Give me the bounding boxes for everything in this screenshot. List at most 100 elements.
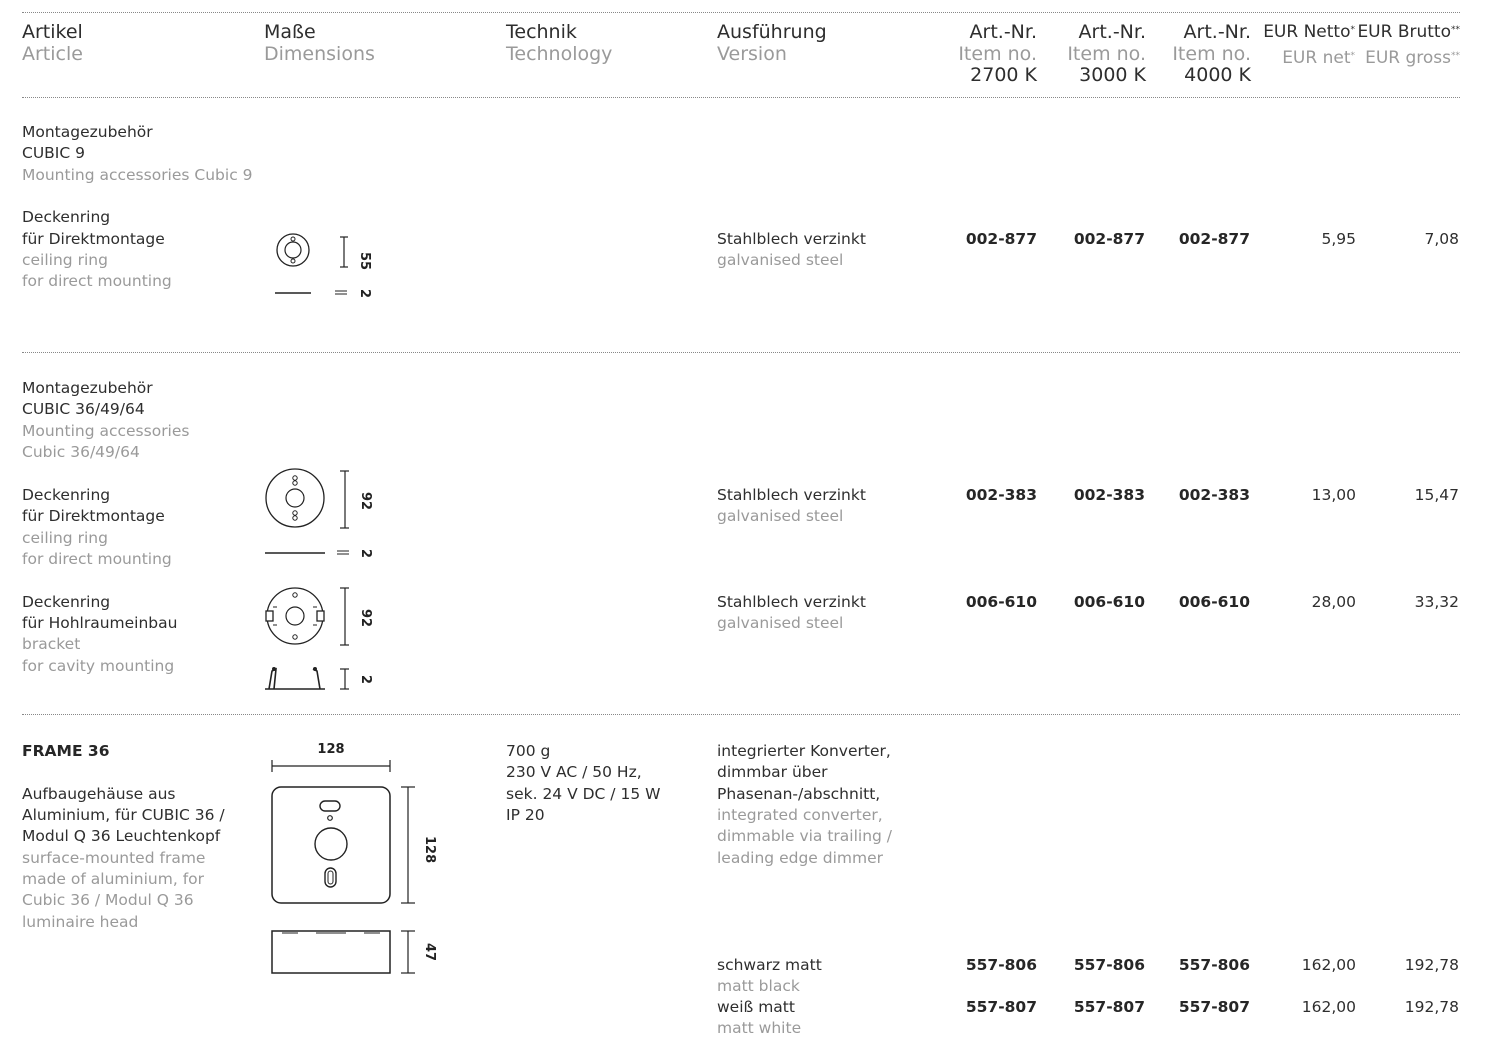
item-no-2700: 002-877: [965, 230, 1037, 248]
item-subname-en: for direct mounting: [22, 550, 172, 568]
price-net: 5,95: [1321, 230, 1356, 248]
version-en: integrated converter,: [717, 806, 883, 824]
item-subname-en: for direct mounting: [22, 272, 172, 290]
item-no-4000: 006-610: [1178, 593, 1250, 611]
item-no-4000: 002-383: [1178, 486, 1250, 504]
dim-height: 128: [422, 836, 437, 863]
item-no-3000: 006-610: [1073, 593, 1145, 611]
header-eur-net-de: EUR Netto*: [1263, 22, 1355, 42]
header-itemno-4000-de: Art.-Nr.: [1183, 21, 1251, 43]
section-title-de-model: CUBIC 9: [22, 144, 85, 162]
item-name-en: bracket: [22, 635, 81, 653]
dim-height: 55: [357, 252, 372, 270]
section-title-de: Montagezubehör: [22, 123, 153, 141]
price-gross: 192,78: [1404, 956, 1459, 974]
dim-thickness: 2: [358, 675, 373, 684]
header-itemno-2700-en: Item no.: [958, 43, 1037, 65]
section-title-en: Mounting accessories: [22, 422, 190, 440]
ceiling-ring-small-drawing: 55 2: [275, 233, 372, 298]
header-itemno-4000-en: Item no.: [1172, 43, 1251, 65]
header-technology-de: Technik: [506, 21, 577, 43]
item-subname-de: für Hohlraumeinbau: [22, 614, 178, 632]
dim-depth: 47: [422, 943, 437, 961]
price-net: 28,00: [1311, 593, 1356, 611]
header-eur-gross-de: EUR Brutto**: [1357, 22, 1460, 42]
item-no-4000: 557-806: [1178, 956, 1250, 974]
header-eur-net-en: EUR net*: [1282, 48, 1355, 68]
description-en: surface-mounted frame: [22, 849, 206, 867]
header-version-de: Ausführung: [717, 21, 827, 43]
description-de: Aufbaugehäuse aus: [22, 785, 176, 803]
price-gross: 7,08: [1424, 230, 1459, 248]
section-rule: [22, 352, 1460, 353]
version-en: galvanised steel: [717, 251, 844, 269]
item-no-2700: 557-807: [965, 998, 1037, 1016]
variant-name-de: weiß matt: [717, 998, 795, 1016]
item-name-en: ceiling ring: [22, 529, 108, 547]
variant-name-en: matt white: [717, 1019, 802, 1037]
section-title: FRAME 36: [22, 742, 110, 760]
bracket-drawing: 92 2: [265, 587, 373, 690]
variant-name-de: schwarz matt: [717, 956, 822, 974]
item-no-2700: 557-806: [965, 956, 1037, 974]
version-de: Stahlblech verzinkt: [717, 230, 866, 248]
header-itemno-3000-k: 3000 K: [1079, 64, 1146, 86]
description-en: made of aluminium, for: [22, 870, 205, 888]
dim-thickness: 2: [357, 289, 372, 298]
header-rule: [22, 97, 1460, 98]
dim-height: 92: [358, 492, 373, 510]
header-article-en: Article: [22, 43, 83, 65]
header-itemno-2700-k: 2700 K: [970, 64, 1037, 86]
dim-height: 92: [358, 609, 373, 627]
price-gross: 15,47: [1414, 486, 1459, 504]
header-article-de: Artikel: [22, 21, 83, 43]
variant-name-en: matt black: [717, 977, 800, 995]
tech-input: 230 V AC / 50 Hz,: [506, 763, 642, 781]
price-gross: 192,78: [1404, 998, 1459, 1016]
price-net: 162,00: [1301, 998, 1356, 1016]
item-name-en: ceiling ring: [22, 251, 108, 269]
section-title-de-model: CUBIC 36/49/64: [22, 400, 145, 418]
ceiling-ring-large-drawing: 92 2: [265, 468, 373, 558]
price-gross: 33,32: [1414, 593, 1459, 611]
item-no-3000: 002-877: [1073, 230, 1145, 248]
description-de: Modul Q 36 Leuchtenkopf: [22, 827, 221, 845]
header-version-en: Version: [717, 43, 787, 65]
header-itemno-2700-de: Art.-Nr.: [969, 21, 1037, 43]
section-rule: [22, 714, 1460, 715]
tech-output: sek. 24 V DC / 15 W: [506, 785, 661, 803]
section-title-en-model: Cubic 36/49/64: [22, 443, 140, 461]
item-no-3000: 557-807: [1073, 998, 1145, 1016]
description-de: Aluminium, für CUBIC 36 /: [22, 806, 225, 824]
version-de: dimmbar über: [717, 763, 828, 781]
version-de: integrierter Konverter,: [717, 742, 891, 760]
item-no-3000: 002-383: [1073, 486, 1145, 504]
item-no-4000: 002-877: [1178, 230, 1250, 248]
description-en: luminaire head: [22, 913, 139, 931]
item-subname-en: for cavity mounting: [22, 657, 175, 675]
header-itemno-3000-en: Item no.: [1067, 43, 1146, 65]
description-en: Cubic 36 / Modul Q 36: [22, 891, 194, 909]
item-no-2700: 002-383: [965, 486, 1037, 504]
section-title-de: Montagezubehör: [22, 379, 153, 397]
item-no-3000: 557-806: [1073, 956, 1145, 974]
dim-width: 128: [317, 742, 344, 757]
item-no-2700: 006-610: [965, 593, 1037, 611]
version-de: Phasenan-/abschnitt,: [717, 785, 881, 803]
header-eur-gross-en: EUR gross**: [1365, 48, 1460, 68]
version-en: dimmable via trailing /: [717, 827, 893, 845]
version-de: Stahlblech verzinkt: [717, 486, 866, 504]
item-name-de: Deckenring: [22, 208, 111, 226]
item-no-4000: 557-807: [1178, 998, 1250, 1016]
version-en: galvanised steel: [717, 614, 844, 632]
price-net: 13,00: [1311, 486, 1356, 504]
item-subname-de: für Direktmontage: [22, 230, 165, 248]
header-dimensions-de: Maße: [264, 21, 316, 43]
header-itemno-4000-k: 4000 K: [1184, 64, 1251, 86]
frame36-drawing: 128 128 47: [271, 742, 437, 974]
header-dimensions-en: Dimensions: [264, 43, 375, 65]
price-net: 162,00: [1301, 956, 1356, 974]
header-technology-en: Technology: [506, 43, 613, 65]
version-de: Stahlblech verzinkt: [717, 593, 866, 611]
header-itemno-3000-de: Art.-Nr.: [1078, 21, 1146, 43]
